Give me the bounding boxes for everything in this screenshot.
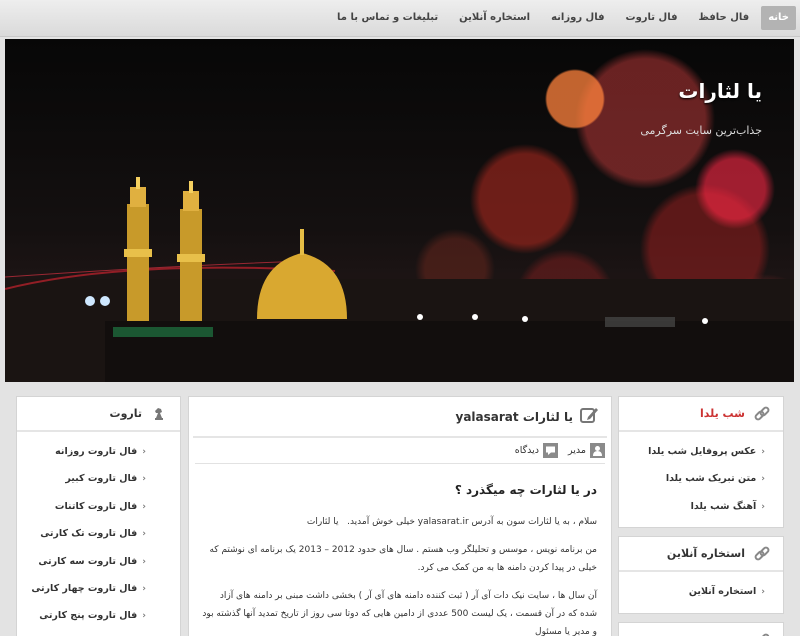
nav-home[interactable]: خانه [761,6,796,30]
tarot-widget: تاروت ‹فال تاروت روزانه ‹فال تاروت کبیر … [16,396,181,636]
chess-knight-icon [150,405,168,423]
chevron-left-icon: ‹ [142,447,146,457]
post-meta: مدیر دیدگاه [195,443,605,464]
post-header: یا لثارات yalasarat [193,397,607,438]
tarot-link[interactable]: ‹فال تاروت سه کارتی [27,548,170,575]
post-author[interactable]: مدیر [568,443,605,458]
widget-title: تاروت [109,407,142,420]
post-paragraph: من برنامه نویس ، موسس و تحلیلگر وب هستم … [209,545,597,573]
edit-icon [579,405,599,429]
chevron-left-icon: ‹ [142,529,146,540]
nav-daily[interactable]: فال روزانه [542,6,613,30]
nav-hafez[interactable]: فال حافظ [690,6,759,30]
chevron-left-icon: ‹ [142,501,146,512]
nav-estekhare[interactable]: استخاره آنلاین [450,6,539,30]
tarot-link[interactable]: ‹فال تاروت چهار کارتی [27,575,170,602]
estekhare-widget: استخاره آنلاین ‹استخاره آنلاین [618,536,784,614]
comment-icon [543,443,559,458]
chevron-left-icon: ‹ [761,587,765,597]
post-heading: در یا لثارات چه میگذرد ؟ [454,483,597,497]
link-icon [753,632,771,636]
chevron-left-icon: ‹ [142,611,146,622]
chevron-left-icon: ‹ [142,474,146,485]
site-title[interactable]: یا لثارات [678,79,762,103]
tarot-widget-header: تاروت [17,397,180,432]
yalda-link[interactable]: ‹عکس پروفایل شب یلدا [629,438,773,465]
widget-title: شب یلدا [699,407,745,420]
post-body: در یا لثارات چه میگذرد ؟ سلام ، به یا لث… [189,483,611,636]
tarot-link[interactable]: ‹فال تاروت کبیر [27,465,170,492]
tarot-link[interactable]: ‹فال تاروت پنج کارتی [27,602,170,629]
nav-tarot[interactable]: فال تاروت [617,6,687,30]
post-paragraph: آن سال ها ، سایت نیک دات آی آر ( ثبت کنن… [202,591,597,636]
yalda-link[interactable]: ‹آهنگ شب یلدا [629,493,773,520]
yalda-widget-header: شب یلدا [619,397,783,432]
chevron-left-icon: ‹ [761,447,765,457]
tarot-link[interactable]: ‹فال تاروت تک کارتی [27,520,170,547]
chevron-left-icon: ‹ [142,556,146,567]
tarot-link[interactable]: ‹فال تاروت روزانه [27,438,170,465]
nav-contact[interactable]: تبلیغات و تماس با ما [328,6,447,30]
post-title[interactable]: یا لثارات yalasarat [456,410,573,424]
yalda-widget: شب یلدا ‹عکس پروفایل شب یلدا ‹متن تبریک … [618,396,784,528]
chevron-left-icon: ‹ [142,583,146,594]
post-article: یا لثارات yalasarat مدیر دیدگاه در یا لث… [188,396,612,636]
user-icon [590,443,605,458]
shrine-image [5,177,794,382]
chevron-left-icon: ‹ [761,501,765,512]
post-comments[interactable]: دیدگاه [515,443,559,458]
site-tagline: جذاب‌ترین سایت سرگرمی [640,124,762,137]
extra-widget [618,622,784,636]
header-banner: یا لثارات جذاب‌ترین سایت سرگرمی [5,39,794,382]
yalda-link[interactable]: ‹متن تبریک شب یلدا [629,465,773,492]
extra-widget-header [619,623,783,636]
estekhare-widget-header: استخاره آنلاین [619,537,783,572]
top-navigation: خانه فال حافظ فال تاروت فال روزانه استخا… [0,0,800,37]
widget-title: استخاره آنلاین [666,547,745,560]
post-paragraph: سلام ، به یا لثارات سون به آدرس yalasara… [306,517,597,527]
link-icon [753,405,771,423]
estekhare-link[interactable]: ‹استخاره آنلاین [629,578,773,605]
chevron-left-icon: ‹ [761,474,765,485]
link-icon [753,545,771,563]
tarot-link[interactable]: ‹فال تاروت کاتنات [27,493,170,520]
